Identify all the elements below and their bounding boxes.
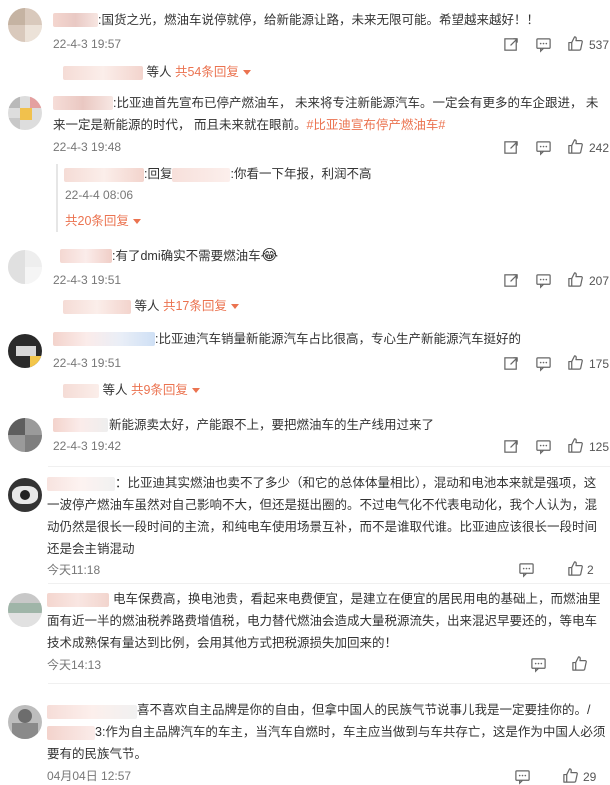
chevron-down-icon bbox=[242, 70, 251, 76]
replier-names bbox=[63, 299, 131, 314]
like-count: 242 bbox=[589, 141, 610, 155]
like-icon[interactable] bbox=[567, 271, 584, 288]
replies-link[interactable]: 共17条回复 bbox=[163, 299, 227, 313]
like-count: 125 bbox=[589, 440, 610, 454]
username[interactable] bbox=[53, 418, 108, 432]
comment-text: 喜不喜欢自主品牌是你的自由，但拿中国人的民族气节说事儿我是一定要挂你的。/3:作… bbox=[47, 703, 606, 761]
like-icon[interactable] bbox=[567, 560, 584, 577]
more-replies[interactable]: 共20条回复 bbox=[65, 211, 141, 231]
replies-prefix: 等人 bbox=[134, 299, 160, 313]
like-icon[interactable] bbox=[567, 138, 584, 155]
comment-icon[interactable] bbox=[518, 561, 535, 578]
divider bbox=[48, 466, 610, 467]
quoted-text: 3:作为自主品牌汽车的车主，当汽车自燃时，车主应当做到与车共存亡，这是作为中国人… bbox=[47, 725, 606, 761]
comment-time: 22-4-3 19:48 bbox=[53, 140, 122, 154]
comment-item: ：比亚迪其实燃油也卖不了多少（和它的总体体量相比），混动和电池本来就是强项，这一… bbox=[0, 470, 610, 588]
share-icon[interactable] bbox=[503, 139, 520, 156]
comment-text: :比亚迪首先宣布已停产燃油车， 未来将专注新能源汽车。一定会有更多的车企跟进， … bbox=[53, 92, 605, 136]
comment-item: 喜不喜欢自主品牌是你的自由，但拿中国人的民族气节说事儿我是一定要挂你的。/3:作… bbox=[0, 697, 610, 785]
like-icon[interactable] bbox=[567, 354, 584, 371]
replies-link[interactable]: 共20条回复 bbox=[65, 214, 129, 228]
sub-reply: :回复 :你看一下年报，利润不高 22-4-4 08:06 共20条回复 bbox=[56, 164, 606, 232]
username[interactable] bbox=[60, 249, 112, 263]
replies-prefix: 等人 bbox=[146, 65, 172, 79]
like-count: 2 bbox=[587, 563, 594, 577]
laugh-cry-emoji-icon: 😂 bbox=[260, 247, 279, 264]
replier-names bbox=[63, 65, 143, 80]
comment-item: :国货之光，燃油车说停就停，给新能源让路，未来无限可能。希望越来越好！！ 22-… bbox=[0, 0, 610, 88]
replier-names bbox=[63, 383, 99, 398]
username[interactable] bbox=[53, 13, 98, 27]
avatar[interactable] bbox=[8, 593, 42, 627]
avatar[interactable] bbox=[8, 96, 42, 130]
share-icon[interactable] bbox=[503, 438, 520, 455]
share-icon[interactable] bbox=[503, 36, 520, 53]
username[interactable] bbox=[53, 332, 155, 346]
hashtag-link[interactable]: #比亚迪宣布停产燃油车# bbox=[306, 118, 445, 132]
chevron-down-icon bbox=[191, 388, 200, 394]
avatar[interactable] bbox=[8, 334, 42, 368]
avatar[interactable] bbox=[8, 8, 42, 42]
comment-item: 电车保费高，换电池贵，看起来电费便宜，是建立在便宜的居民用电的基础上，而燃油里面… bbox=[0, 587, 610, 679]
chevron-down-icon bbox=[230, 304, 239, 310]
comment-text: :国货之光，燃油车说停就停，给新能源让路，未来无限可能。希望越来越好！！ bbox=[98, 13, 539, 27]
avatar[interactable] bbox=[8, 418, 42, 452]
more-replies[interactable]: 等人 共54条回复 bbox=[63, 62, 251, 82]
avatar[interactable] bbox=[8, 478, 42, 512]
like-icon[interactable] bbox=[571, 655, 588, 672]
comment-item: :有了dmi确实不需要燃油车😂 22-4-3 19:51 207 等人 共17条… bbox=[0, 240, 610, 322]
comment-text: 电车保费高，换电池贵，看起来电费便宜，是建立在便宜的居民用电的基础上，而燃油里面… bbox=[47, 592, 601, 650]
divider bbox=[48, 683, 610, 684]
like-count: 29 bbox=[583, 770, 597, 784]
username[interactable] bbox=[172, 167, 231, 182]
comment-icon[interactable] bbox=[535, 438, 552, 455]
comment-text-body: 喜不喜欢自主品牌是你的自由，但拿中国人的民族气节说事儿我是一定要挂你的。 bbox=[137, 703, 588, 717]
chevron-down-icon bbox=[132, 219, 141, 225]
sub-reply-time: 22-4-4 08:06 bbox=[65, 188, 134, 202]
comment-time: 04月04日 12:57 bbox=[47, 769, 132, 783]
like-count: 537 bbox=[589, 38, 610, 52]
comment-item: :比亚迪汽车销量新能源汽车占比很高，专心生产新能源汽车挺好的 22-4-3 19… bbox=[0, 322, 610, 408]
reply-prefix: :回复 bbox=[144, 167, 173, 181]
like-count: 207 bbox=[589, 274, 610, 288]
comment-item: 新能源卖太好，产能跟不上，要把燃油车的生产线用过来了 22-4-3 19:42 … bbox=[0, 408, 610, 463]
replies-link[interactable]: 共54条回复 bbox=[175, 65, 239, 79]
like-icon[interactable] bbox=[562, 767, 579, 784]
comment-time: 22-4-3 19:42 bbox=[53, 439, 122, 453]
comment-text: ：比亚迪其实燃油也卖不了多少（和它的总体体量相比），混动和电池本来就是强项，这一… bbox=[47, 476, 598, 556]
comment-text: :有了dmi确实不需要燃油车😂 bbox=[112, 245, 602, 267]
replies-prefix: 等人 bbox=[102, 383, 128, 397]
comment-icon[interactable] bbox=[514, 768, 531, 785]
avatar[interactable] bbox=[8, 250, 42, 284]
comment-time: 今天14:13 bbox=[47, 658, 102, 672]
share-icon[interactable] bbox=[503, 355, 520, 372]
divider bbox=[48, 583, 610, 584]
comment-time: 22-4-3 19:51 bbox=[53, 273, 122, 287]
username[interactable] bbox=[64, 167, 144, 182]
like-count: 175 bbox=[589, 357, 610, 371]
comment-icon[interactable] bbox=[535, 139, 552, 156]
comment-icon[interactable] bbox=[535, 272, 552, 289]
comment-icon[interactable] bbox=[535, 36, 552, 53]
comment-text: :比亚迪汽车销量新能源汽车占比很高，专心生产新能源汽车挺好的 bbox=[155, 332, 521, 346]
comment-time: 今天11:18 bbox=[47, 563, 101, 577]
comment-icon[interactable] bbox=[530, 656, 547, 673]
comment-item: :比亚迪首先宣布已停产燃油车， 未来将专注新能源汽车。一定会有更多的车企跟进， … bbox=[0, 88, 610, 240]
replies-link[interactable]: 共9条回复 bbox=[131, 383, 188, 397]
comment-icon[interactable] bbox=[535, 355, 552, 372]
more-replies[interactable]: 等人 共9条回复 bbox=[63, 380, 200, 400]
share-icon[interactable] bbox=[503, 272, 520, 289]
like-icon[interactable] bbox=[567, 437, 584, 454]
comment-text-body: :有了dmi确实不需要燃油车 bbox=[112, 249, 261, 263]
avatar[interactable] bbox=[8, 705, 42, 739]
comment-text: 新能源卖太好，产能跟不上，要把燃油车的生产线用过来了 bbox=[109, 418, 435, 432]
like-icon[interactable] bbox=[567, 35, 584, 52]
sub-reply-text: :你看一下年报，利润不高 bbox=[230, 167, 372, 181]
comment-time: 22-4-3 19:51 bbox=[53, 356, 122, 370]
comment-time: 22-4-3 19:57 bbox=[53, 37, 122, 51]
more-replies[interactable]: 等人 共17条回复 bbox=[63, 296, 239, 316]
quoted-username[interactable] bbox=[47, 725, 95, 740]
